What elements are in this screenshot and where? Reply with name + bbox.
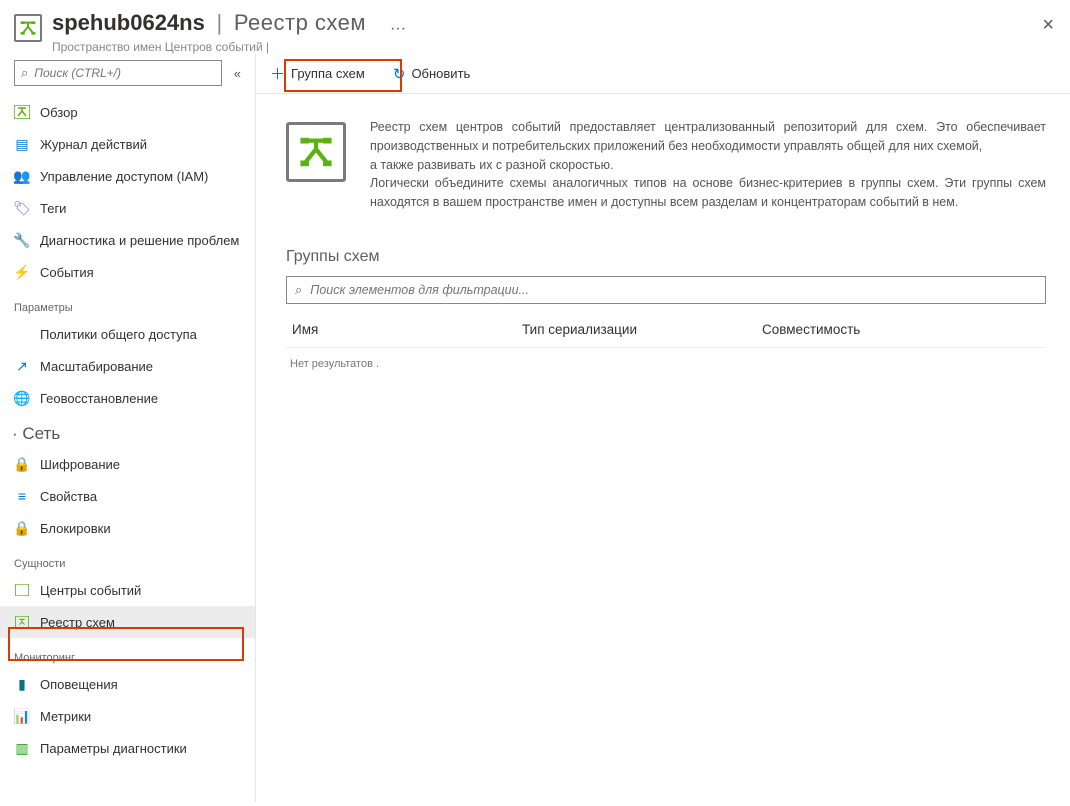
sidebar-search-input[interactable] <box>34 66 214 80</box>
tags-icon: 🏷 <box>14 200 30 216</box>
title-separator: | <box>208 10 230 35</box>
schema-groups-title: Группы схем <box>286 248 1046 266</box>
sidebar-search[interactable]: ⌕ <box>14 60 222 86</box>
sidebar-item-geo[interactable]: 🌐 Геовосстановление <box>0 382 255 414</box>
close-button[interactable]: × <box>1042 14 1054 37</box>
resource-name: spehub0624ns <box>52 10 205 35</box>
column-name[interactable]: Имя <box>292 322 522 337</box>
section-settings: Параметры <box>0 288 255 318</box>
table-header: Имя Тип сериализации Совместимость <box>286 322 1046 348</box>
diagnose-icon: 🔧 <box>14 232 30 248</box>
sidebar-item-diagnose[interactable]: 🔧 Диагностика и решение проблем <box>0 224 255 256</box>
schema-registry-icon <box>14 614 30 630</box>
sidebar-item-schema-registry[interactable]: Реестр схем <box>0 606 255 638</box>
sidebar-item-iam[interactable]: 👥 Управление доступом (IAM) <box>0 160 255 192</box>
section-entities: Сущности <box>0 544 255 574</box>
sidebar-item-overview[interactable]: Обзор <box>0 96 255 128</box>
sidebar-item-label: Политики общего доступа <box>40 327 197 342</box>
add-schema-group-button[interactable]: ＋ Группа схем <box>256 56 379 92</box>
sidebar-item-label: Журнал действий <box>40 137 147 152</box>
sidebar-item-encryption[interactable]: 🔒 Шифрование <box>0 448 255 480</box>
sidebar-item-label: Реестр схем <box>40 615 115 630</box>
sidebar-item-label: Геовосстановление <box>40 391 158 406</box>
intro-text: Реестр схем центров событий предоставляе… <box>370 118 1046 212</box>
section-monitoring: Мониторинг <box>0 638 255 668</box>
breadcrumb: Пространство имен Центров событий | <box>52 40 1070 54</box>
sidebar-item-alerts[interactable]: ▮ Оповещения <box>0 668 255 700</box>
scale-icon: ↗ <box>14 358 30 374</box>
more-button[interactable]: ··· <box>390 20 406 38</box>
iam-icon: 👥 <box>14 168 30 184</box>
filter-input[interactable] <box>310 283 1037 297</box>
sidebar-item-label: Оповещения <box>40 677 118 692</box>
sidebar-item-locks[interactable]: 🔒 Блокировки <box>0 512 255 544</box>
sidebar-item-label: Блокировки <box>40 521 111 536</box>
toolbar: ＋ Группа схем ↻ Обновить <box>256 54 1070 94</box>
alerts-icon: ▮ <box>14 676 30 692</box>
sidebar-item-label: Управление доступом (IAM) <box>40 169 208 184</box>
sidebar-item-label: Шифрование <box>40 457 120 472</box>
sidebar: ⌕ « Обзор ▤ Журнал действий 👥 Управление… <box>0 54 256 802</box>
sidebar-item-shared-policies[interactable]: Политики общего доступа <box>0 318 255 350</box>
sidebar-item-tags[interactable]: 🏷 Теги <box>0 192 255 224</box>
blank-icon <box>14 326 30 342</box>
collapse-sidebar-button[interactable]: « <box>230 62 245 85</box>
eventhubs-icon <box>14 582 30 598</box>
sidebar-item-label: Параметры диагностики <box>40 741 187 756</box>
sidebar-item-activity-log[interactable]: ▤ Журнал действий <box>0 128 255 160</box>
sidebar-item-diag-settings[interactable]: ▥ Параметры диагностики <box>0 732 255 764</box>
sidebar-item-label: Центры событий <box>40 583 141 598</box>
sidebar-item-label: События <box>40 265 94 280</box>
lock-icon: 🔒 <box>14 456 30 472</box>
sidebar-item-properties[interactable]: ≡ Свойства <box>0 480 255 512</box>
sidebar-item-metrics[interactable]: 📊 Метрики <box>0 700 255 732</box>
sidebar-item-scale[interactable]: ↗ Масштабирование <box>0 350 255 382</box>
page-header: spehub0624ns | Реестр схем ··· × <box>0 0 1070 42</box>
intro-block: Реестр схем центров событий предоставляе… <box>286 118 1046 212</box>
page-title: Реестр схем <box>234 10 366 35</box>
column-compatibility[interactable]: Совместимость <box>762 322 1040 337</box>
sidebar-item-label: Масштабирование <box>40 359 153 374</box>
locks-icon: 🔒 <box>14 520 30 536</box>
refresh-icon: ↻ <box>393 65 406 83</box>
schema-registry-large-icon <box>286 122 346 182</box>
sidebar-item-eventhubs[interactable]: Центры событий <box>0 574 255 606</box>
sidebar-item-label: Свойства <box>40 489 97 504</box>
plus-icon: ＋ <box>270 63 285 84</box>
geo-icon: 🌐 <box>14 390 30 406</box>
refresh-button[interactable]: ↻ Обновить <box>379 56 484 92</box>
metrics-icon: 📊 <box>14 708 30 724</box>
activity-log-icon: ▤ <box>14 136 30 152</box>
diag-settings-icon: ▥ <box>14 740 30 756</box>
events-icon: ⚡ <box>14 264 30 280</box>
column-serialization-type[interactable]: Тип сериализации <box>522 322 762 337</box>
section-network: · Сеть <box>0 414 255 448</box>
search-icon: ⌕ <box>21 65 28 81</box>
sidebar-item-label: Диагностика и решение проблем <box>40 233 239 248</box>
sidebar-item-label: Метрики <box>40 709 91 724</box>
main-panel: ＋ Группа схем ↻ Обновить Реестр схем цен… <box>256 54 1070 802</box>
button-label: Обновить <box>411 66 470 81</box>
properties-icon: ≡ <box>14 488 30 504</box>
search-icon: ⌕ <box>295 282 302 298</box>
eventhub-namespace-icon <box>14 14 42 42</box>
button-label: Группа схем <box>291 66 365 81</box>
no-results: Нет результатов . <box>286 348 1046 380</box>
sidebar-item-label: Обзор <box>40 105 78 120</box>
sidebar-item-label: Теги <box>40 201 66 216</box>
sidebar-item-events[interactable]: ⚡ События <box>0 256 255 288</box>
filter-box[interactable]: ⌕ <box>286 276 1046 304</box>
overview-icon <box>14 104 30 120</box>
